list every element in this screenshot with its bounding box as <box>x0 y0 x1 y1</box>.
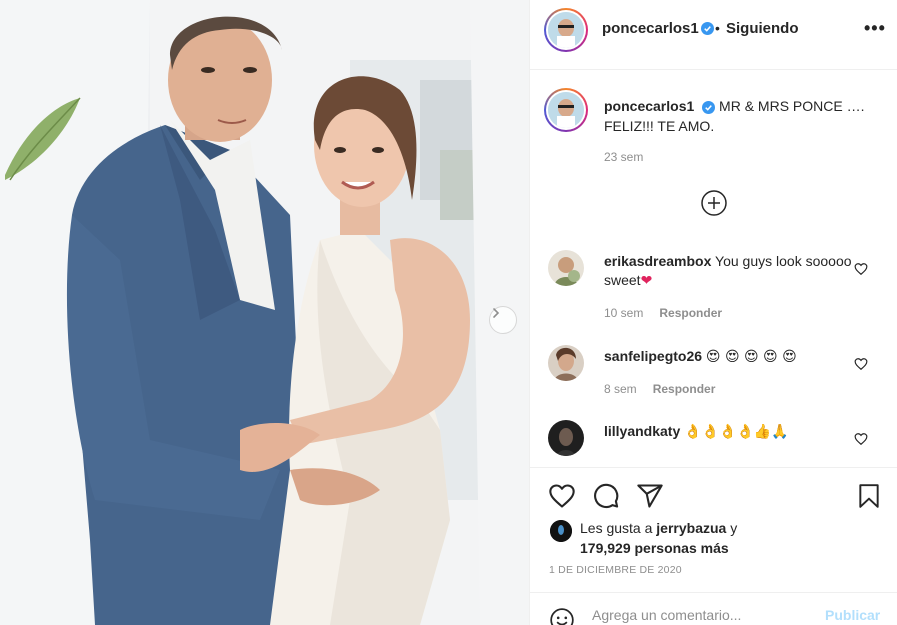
comment-username[interactable]: erikasdreambox <box>604 253 711 269</box>
chevron-right-icon <box>493 308 500 318</box>
couple-photo-illustration <box>0 0 529 625</box>
load-more-icon[interactable] <box>700 189 728 217</box>
comments-section: poncecarlos1 MR & MRS PONCE …. FELIZ!!! … <box>530 70 897 467</box>
verified-icon <box>701 22 714 35</box>
caption-avatar[interactable] <box>544 88 588 132</box>
separator-dot: • <box>715 20 720 36</box>
heart-icon[interactable] <box>854 357 868 371</box>
liker-avatar[interactable] <box>550 520 572 542</box>
comment-text: sanfelipegto26 😍 😍 😍 😍 😍 <box>604 348 797 365</box>
publish-button[interactable]: Publicar <box>825 607 880 623</box>
comment-meta: 8 sem Responder <box>604 382 715 396</box>
reply-button[interactable]: Responder <box>659 306 722 320</box>
comment-time[interactable]: 10 sem <box>604 306 643 320</box>
heart-icon[interactable] <box>854 262 868 276</box>
comment-text: erikasdreambox You guys look sooooo swee… <box>604 253 852 289</box>
post-date[interactable]: 1 DE DICIEMBRE DE 2020 <box>549 564 682 576</box>
comment-username[interactable]: sanfelipegto26 <box>604 348 702 364</box>
reply-button[interactable]: Responder <box>653 382 716 396</box>
next-photo-button[interactable] <box>489 306 517 334</box>
comment-avatar[interactable] <box>548 345 584 381</box>
share-icon[interactable] <box>636 482 664 510</box>
caption-text: poncecarlos1 MR & MRS PONCE …. FELIZ!!! … <box>604 96 874 136</box>
comment-username[interactable]: lillyandkaty <box>604 423 680 439</box>
author-username[interactable]: poncecarlos1 <box>602 20 699 37</box>
caption-timestamp[interactable]: 23 sem <box>604 150 643 164</box>
comment-meta: 10 sem Responder <box>604 306 722 320</box>
post-header: poncecarlos1 • Siguiendo ••• <box>530 0 897 70</box>
caption-username[interactable]: poncecarlos1 <box>604 98 694 114</box>
verified-icon <box>702 100 716 114</box>
comment-time[interactable]: 8 sem <box>604 382 637 396</box>
liker-username[interactable]: jerrybazua <box>656 520 726 536</box>
comment-input[interactable] <box>592 606 812 624</box>
author-avatar[interactable] <box>544 8 588 52</box>
comment-icon[interactable] <box>592 482 620 510</box>
post-photo[interactable] <box>0 0 529 625</box>
add-comment-bar: Publicar <box>530 592 897 625</box>
post-actions: Les gusta a jerrybazua y 179,929 persona… <box>530 467 897 592</box>
likes-count[interactable]: 179,929 personas más <box>580 540 729 556</box>
following-button[interactable]: Siguiendo <box>726 20 799 37</box>
comment-text: lillyandkaty 👌👌👌👌👍🙏 <box>604 423 789 440</box>
post-side-panel: poncecarlos1 • Siguiendo ••• poncecarlos… <box>529 0 897 625</box>
save-icon[interactable] <box>856 482 882 510</box>
smile-icon[interactable] <box>549 607 575 625</box>
comment-avatar[interactable] <box>548 420 584 456</box>
comment-avatar[interactable] <box>548 250 584 286</box>
more-icon[interactable]: ••• <box>864 18 886 39</box>
heart-icon[interactable] <box>854 432 868 446</box>
heart-icon[interactable] <box>548 482 576 510</box>
